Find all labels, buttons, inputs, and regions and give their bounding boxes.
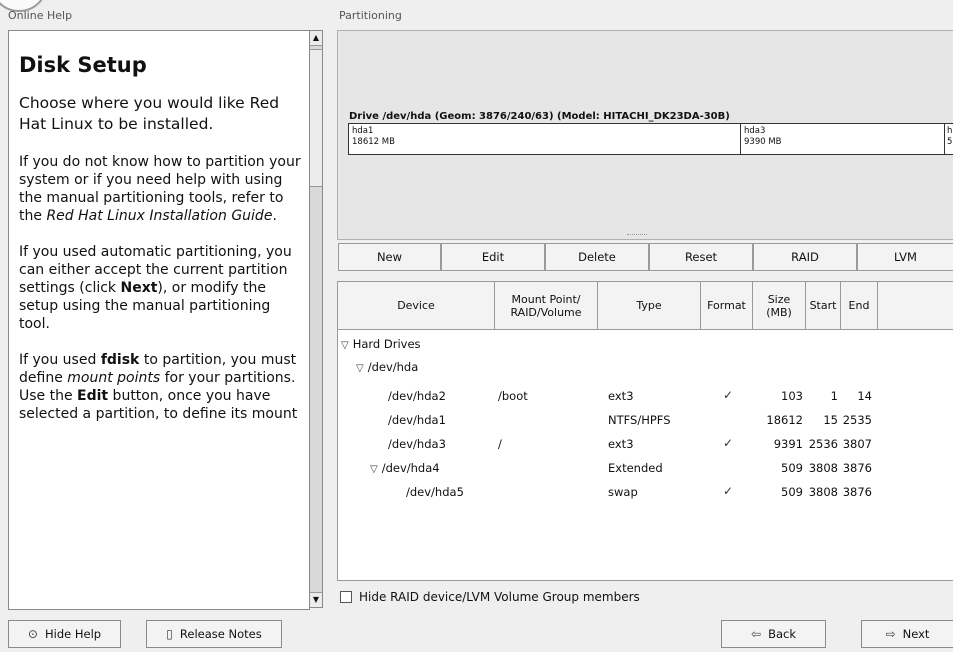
column-header-start[interactable]: Start <box>806 282 841 330</box>
column-header-device[interactable]: Device <box>338 282 495 330</box>
lvm-button[interactable]: LVM <box>857 243 953 271</box>
help-paragraph-1: Choose where you would like Red Hat Linu… <box>19 94 280 133</box>
column-header-type[interactable]: Type <box>598 282 701 330</box>
expander-down-icon: ▽ <box>356 363 364 374</box>
partition-table[interactable]: Device Mount Point/ RAID/Volume Type For… <box>337 281 953 581</box>
partition-segment-hda4[interactable]: h5 <box>945 124 953 154</box>
help-panel: Disk Setup Choose where you would like R… <box>8 30 310 610</box>
help-paragraph-2: If you do not know how to partition your… <box>19 154 301 224</box>
help-scrollbar[interactable]: ▲ ▼ <box>309 30 323 608</box>
partition-toolbar: New Edit Delete Reset RAID LVM <box>338 243 953 273</box>
online-help-label: Online Help <box>8 9 73 22</box>
document-icon: ▯ <box>166 627 173 641</box>
scroll-up-icon[interactable]: ▲ <box>310 31 322 46</box>
pane-resize-grip[interactable] <box>627 234 647 238</box>
column-header-mount-point[interactable]: Mount Point/ RAID/Volume <box>495 282 598 330</box>
edit-button[interactable]: Edit <box>441 243 545 271</box>
format-check-icon: ✓ <box>723 388 734 402</box>
column-header-end[interactable]: End <box>841 282 878 330</box>
hide-members-label: Hide RAID device/LVM Volume Group member… <box>359 590 640 604</box>
hide-help-button[interactable]: ⊙ Hide Help <box>8 620 121 648</box>
raid-button[interactable]: RAID <box>753 243 857 271</box>
new-button[interactable]: New <box>338 243 441 271</box>
next-button[interactable]: ⇨ Next <box>861 620 953 648</box>
help-title: Disk Setup <box>19 53 147 77</box>
drive-label: Drive /dev/hda (Geom: 3876/240/63) (Mode… <box>349 111 730 122</box>
scroll-thumb[interactable] <box>310 49 322 187</box>
scroll-down-icon[interactable]: ▼ <box>310 592 322 607</box>
expander-down-icon: ▽ <box>370 464 378 475</box>
hide-members-checkbox[interactable]: Hide RAID device/LVM Volume Group member… <box>340 590 640 604</box>
tree-row-dev-hda[interactable]: ▽/dev/hda <box>356 360 418 374</box>
checkbox-box[interactable] <box>340 591 352 603</box>
help-icon: ⊙ <box>27 627 38 641</box>
help-paragraph-3: If you used automatic partitioning, you … <box>19 244 292 332</box>
reset-button[interactable]: Reset <box>649 243 753 271</box>
partitioning-label: Partitioning <box>339 9 402 22</box>
drive-bar: hda1 18612 MB hda3 9390 MB h5 <box>348 123 953 155</box>
delete-button[interactable]: Delete <box>545 243 649 271</box>
release-notes-button[interactable]: ▯ Release Notes <box>146 620 282 648</box>
drive-map: Drive /dev/hda (Geom: 3876/240/63) (Mode… <box>337 30 953 240</box>
partition-segment-hda3[interactable]: hda3 9390 MB <box>741 124 945 154</box>
tree-row-hard-drives[interactable]: ▽ Hard Drives <box>341 337 421 351</box>
format-check-icon: ✓ <box>723 436 734 450</box>
column-header-size[interactable]: Size (MB) <box>753 282 806 330</box>
partition-segment-hda1[interactable]: hda1 18612 MB <box>349 124 741 154</box>
next-arrow-icon: ⇨ <box>885 627 896 641</box>
column-header-filler <box>878 282 953 330</box>
column-header-format[interactable]: Format <box>701 282 753 330</box>
expander-down-icon: ▽ <box>341 340 349 351</box>
help-paragraph-4: If you used fdisk to partition, you must… <box>19 352 298 422</box>
back-arrow-icon: ⇦ <box>751 627 762 641</box>
back-button[interactable]: ⇦ Back <box>721 620 826 648</box>
format-check-icon: ✓ <box>723 484 734 498</box>
